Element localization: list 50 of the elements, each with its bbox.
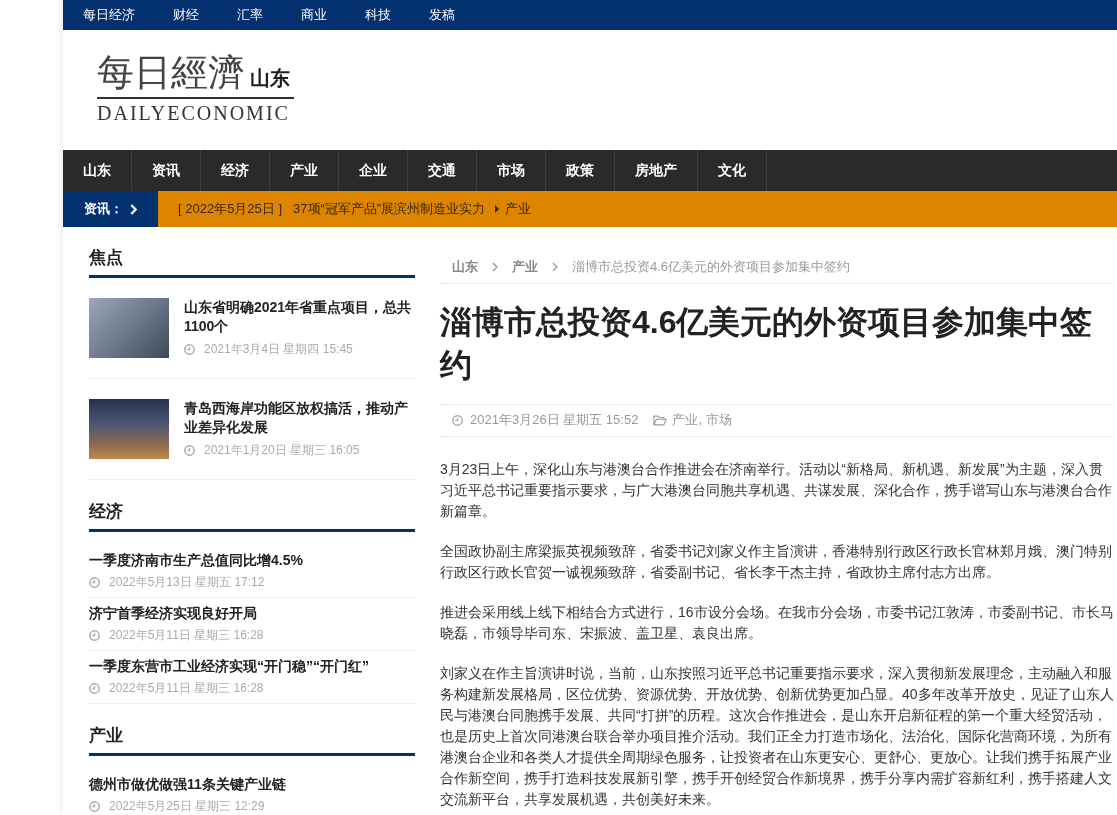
ticker-date: [ 2022年5月25日 ]	[178, 200, 283, 219]
clock-icon	[89, 629, 100, 641]
section-heading: 焦点	[89, 247, 123, 269]
section-heading: 产业	[89, 725, 123, 747]
article-link[interactable]: 青岛西海岸功能区放权搞活，推动产业差异化发展	[184, 399, 415, 437]
breadcrumb-link[interactable]: 产业	[512, 257, 538, 277]
post-date: 2022年5月25日 星期三 12:29	[109, 798, 265, 814]
ticker-label: 资讯：	[84, 200, 123, 219]
article-paragraph: 全国政协副主席梁振英视频致辞，省委书记刘家义作主旨演讲，香港特别行政区行政长官林郑月娥、澳门特别 行政区行政长官贺一诚视频致辞，省委副书记、省长李干杰主持，省政协主席付志方出席。	[440, 542, 1112, 582]
top-nav-link[interactable]: 商业	[301, 6, 327, 24]
article-paragraph: 推进会采用线上线下相结合方式进行，16市设分会场。在我市分会场，市委书记江敦涛，市委副书记、市长马 晓磊，市领导毕司东、宋振波、盖卫星、袁良出席。	[440, 603, 1114, 643]
top-nav-link[interactable]: 每日经济	[83, 6, 135, 24]
article-paragraph: 刘家义在作主旨演讲时说，当前，山东按照习近平总书记重要指示要求，深入贯彻新发展理念，主动融入和服 务构建新发展格局，区位优势、资源优势、开放优势、创新优势更加凸显。40多年改革开放史，见证了山东人 民与港澳台同胞携手发展、共同“打拼”的历程。这次合作推进会，是山东开启新征程的第一个重大经贸活动， 也是历史上首次同港澳台联合举办项目推介活动。我们正全力打造市场化、法治化、国际化营商环境，为所有 港澳台企业和各类人才提供全周期绿色服务，让投资者在山东更安心、更舒心、更放心。让我们携手拓展产业 合作新空间，携手打造科技发展新引擎，携手开创经贸合作新境界，携手分享内需扩容新红利，携手搭建人文 交流新平台，共享发展机遇，共创美好未来。	[440, 664, 1114, 809]
article-link[interactable]: 一季度东营市工业经济实现“开门稳”“开门红”	[89, 657, 369, 675]
logo-wordmark: 每日經濟	[97, 53, 245, 93]
chevron-right-icon	[130, 203, 137, 215]
clock-icon	[89, 682, 100, 694]
top-nav-link[interactable]: 财经	[173, 6, 199, 24]
section-heading: 经济	[89, 501, 123, 523]
folder-icon	[653, 414, 668, 426]
post-date: 2021年3月4日 星期四 15:45	[204, 341, 353, 357]
article-paragraph: 3月23日上午，深化山东与港澳台合作推进会在济南举行。活动以“新格局、新机遇、新发展”为主题，深入贯 习近平总书记重要指示要求，与广大港澳台同胞共享机遇、共谋发展、深化合作，携手谱写山东与港澳台合作 新篇章。	[440, 460, 1112, 521]
chevron-right-icon	[552, 262, 558, 272]
clock-icon	[89, 800, 100, 812]
post-date: 2021年1月20日 星期三 16:05	[204, 442, 360, 458]
post-date: 2021年3月26日 星期五 15:52	[470, 411, 639, 429]
photo-placeholder[interactable]	[89, 399, 169, 459]
clock-icon	[184, 444, 195, 456]
logo-region: 山东	[250, 66, 290, 90]
clock-icon	[452, 414, 463, 426]
article-link[interactable]: 山东省明确2021年省重点项目，总共1100个	[184, 298, 415, 336]
clock-icon	[89, 576, 100, 588]
article-link[interactable]: 济宁首季经济实现良好开局	[89, 604, 257, 622]
top-nav-link[interactable]: 发稿	[429, 6, 455, 24]
breadcrumb-link[interactable]: 山东	[452, 257, 478, 277]
post-date: 2022年5月13日 星期五 17:12	[109, 574, 265, 590]
post-date: 2022年5月11日 星期三 16:28	[109, 680, 264, 696]
top-nav-link[interactable]: 汇率	[237, 6, 263, 24]
caret-right-icon	[495, 205, 500, 213]
clock-icon	[184, 343, 195, 355]
chevron-right-icon	[492, 262, 498, 272]
post-date: 2022年5月11日 星期三 16:28	[109, 627, 264, 643]
ticker-category[interactable]: 产业	[505, 199, 532, 219]
article-title: 淄博市总投资4.6亿美元的外资项目参加集中签约	[440, 303, 1094, 385]
top-nav-link[interactable]: 科技	[365, 6, 391, 24]
photo-placeholder[interactable]	[89, 298, 169, 358]
article-link[interactable]: 德州市做优做强11条关键产业链	[89, 775, 286, 793]
logo-subtitle: DAILYECONOMIC	[97, 101, 290, 125]
article-link[interactable]: 一季度济南市生产总值同比增4.5%	[89, 551, 303, 569]
ticker-headline[interactable]: 37项“冠军产品”展滨州制造业实力	[293, 199, 486, 219]
